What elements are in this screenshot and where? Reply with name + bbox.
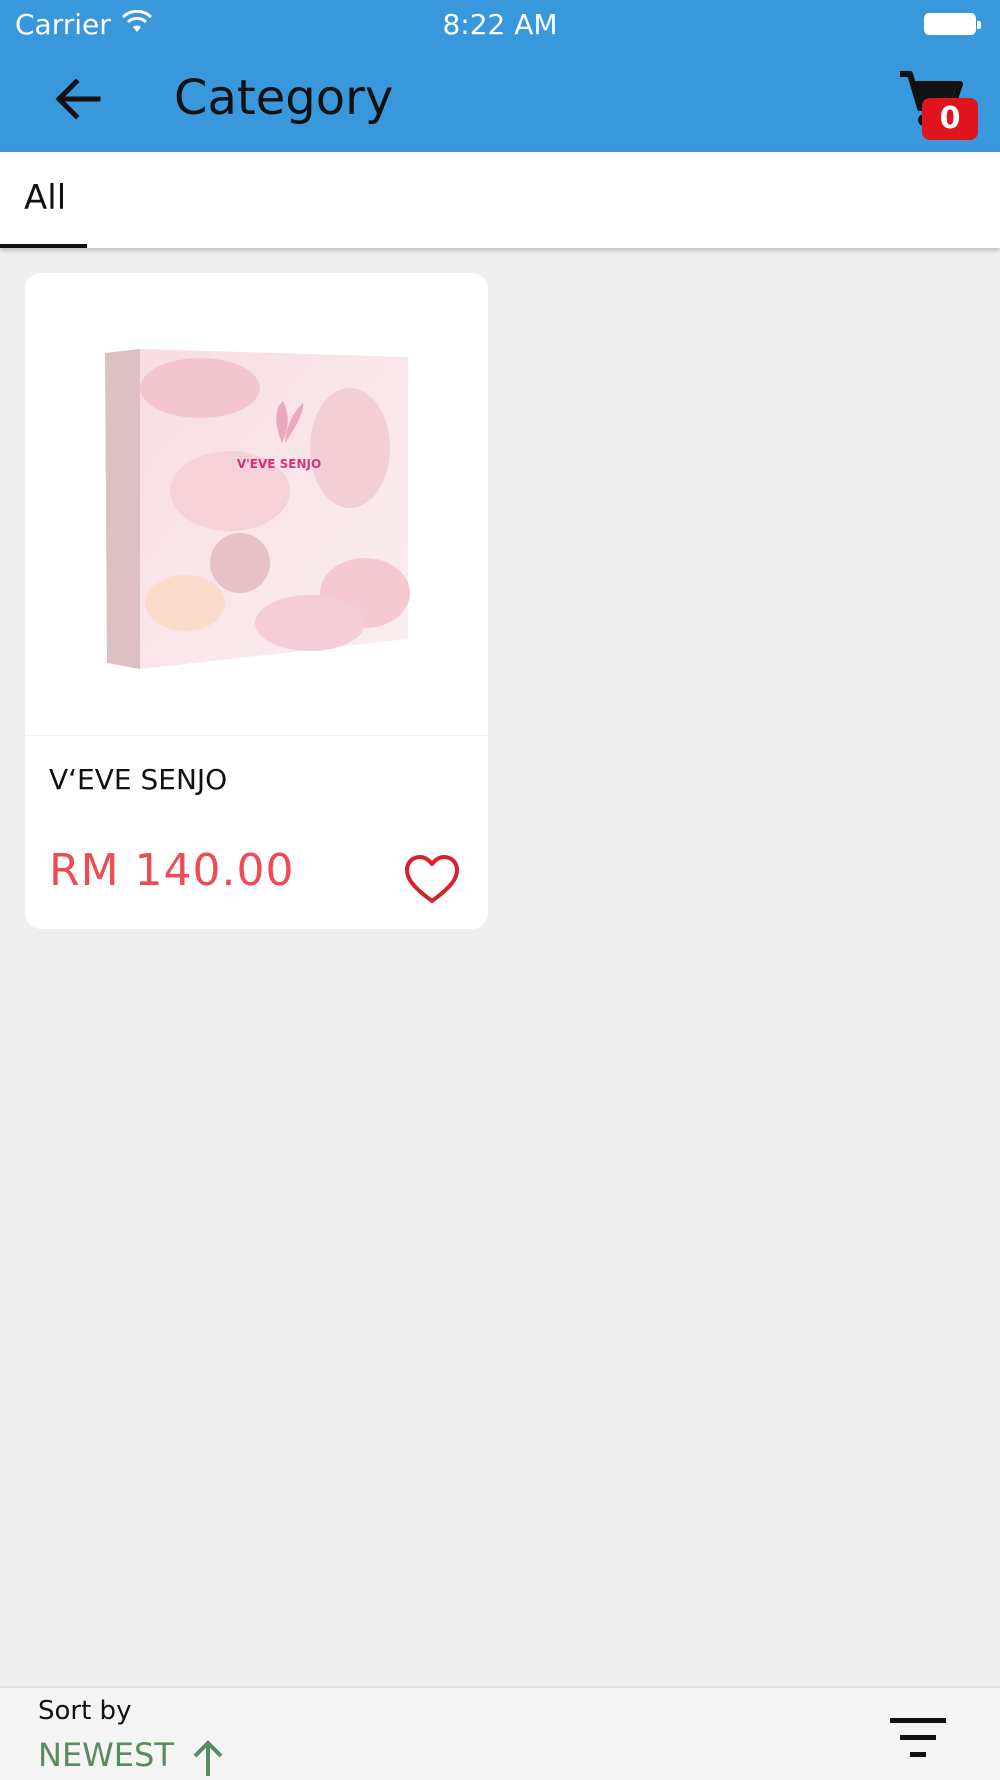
sort-option-newest[interactable]: NEWEST [38, 1736, 174, 1774]
app-bar: Category 0 [0, 50, 1000, 152]
product-image-logo-text: V'EVE SENJO [237, 457, 321, 471]
page-title: Category [174, 70, 394, 126]
product-price: RM 140.00 [49, 845, 295, 896]
heart-icon[interactable] [403, 853, 461, 907]
product-name: V‘EVE SENJO [49, 763, 228, 796]
arrow-back-icon[interactable] [48, 68, 110, 130]
filter-icon[interactable] [888, 1716, 948, 1760]
sort-bar: Sort by NEWEST [0, 1686, 1000, 1780]
sort-label: Sort by [38, 1696, 132, 1726]
arrow-up-icon[interactable] [190, 1738, 226, 1778]
status-bar: Carrier 8:22 AM [0, 0, 1000, 50]
product-image[interactable]: V'EVE SENJO [25, 273, 488, 735]
cart-count-badge: 0 [922, 98, 978, 140]
category-tabs: All [0, 152, 1000, 248]
tab-selected-indicator [0, 244, 87, 248]
tab-label: All [24, 178, 67, 218]
battery-icon [924, 13, 981, 35]
status-time: 8:22 AM [442, 8, 558, 41]
tab-all[interactable]: All [0, 152, 87, 248]
card-divider [25, 735, 488, 736]
product-card[interactable]: V'EVE SENJO V‘EVE SENJO RM 140.00 [25, 273, 488, 929]
